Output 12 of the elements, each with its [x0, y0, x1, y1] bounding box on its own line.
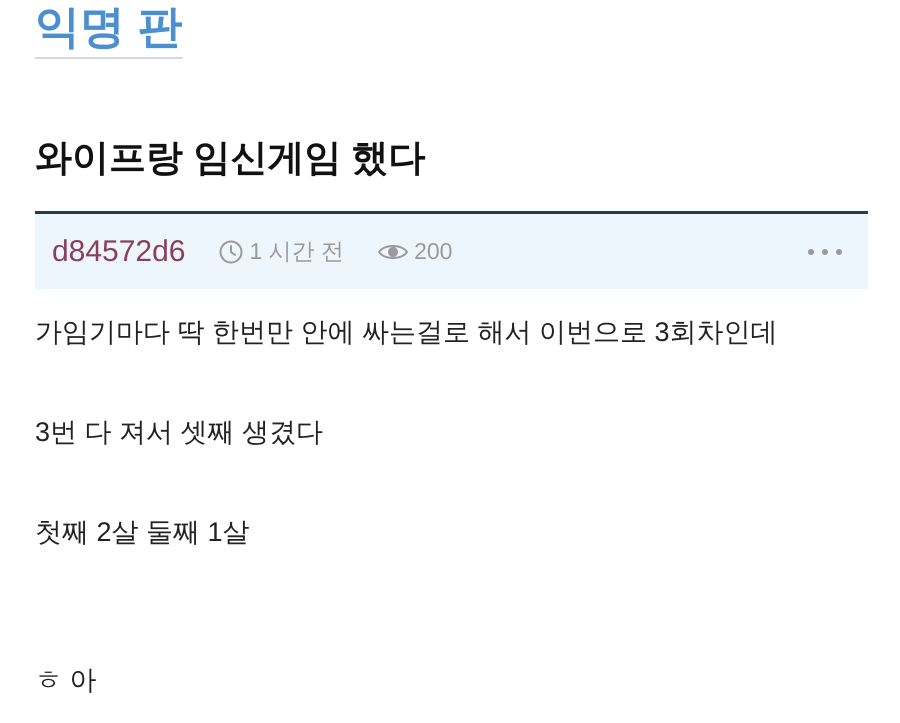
post-paragraph: 첫째 2살 둘째 1살	[35, 516, 251, 549]
view-count: 200	[414, 238, 452, 265]
post-paragraph: 3번 다 져서 셋째 생겼다	[35, 416, 324, 449]
post-paragraph: ㅎ 아	[35, 664, 98, 697]
board-title-link[interactable]: 익명 판	[35, 1, 183, 59]
author-name: d84572d6	[52, 234, 186, 268]
post-title: 와이프랑 임신게임 했다	[35, 136, 427, 180]
more-icon	[808, 248, 842, 254]
post-paragraph: 가임기마다 딱 한번만 안에 싸는걸로 해서 이번으로 3회차인데	[35, 316, 779, 349]
post-time: 1 시간 전	[249, 237, 344, 266]
more-options-button[interactable]	[808, 248, 842, 254]
clock-icon	[219, 240, 244, 264]
